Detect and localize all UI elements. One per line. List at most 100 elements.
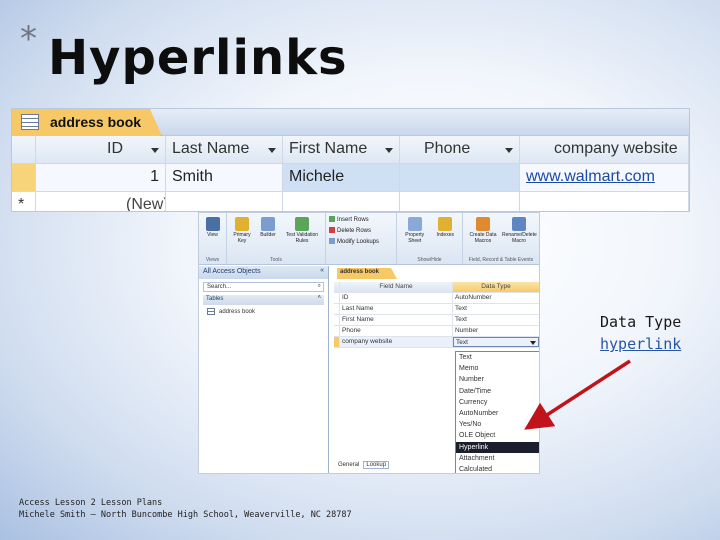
cell-new-last-name[interactable]	[166, 192, 283, 211]
cell-new-id[interactable]: (New)	[36, 192, 166, 212]
dropdown-option[interactable]: Currency	[456, 397, 539, 408]
rename-delete-macro-button[interactable]: Rename/Delete Macro	[502, 215, 537, 262]
table-row[interactable]: Last Name Text	[334, 304, 539, 315]
field-name-cell[interactable]: First Name	[340, 315, 453, 325]
builder-button[interactable]: Builder	[256, 215, 280, 262]
delete-rows-label: Delete Rows	[337, 228, 372, 234]
column-header-label: ID	[107, 140, 123, 157]
chevron-down-icon[interactable]	[151, 148, 159, 153]
rename-macro-icon	[512, 217, 526, 231]
insert-rows-button[interactable]: Insert Rows	[329, 215, 393, 226]
view-button[interactable]: View	[202, 215, 223, 262]
ribbon-group-rows: Insert Rows Delete Rows Modify Lookups	[326, 213, 397, 264]
dropdown-option[interactable]: Number	[456, 374, 539, 385]
cell-phone[interactable]	[400, 164, 520, 191]
indexes-button[interactable]: Indexes	[431, 215, 459, 262]
nav-section-tables[interactable]: Tables ˄	[203, 295, 324, 305]
ribbon-group-show-hide: Property Sheet Indexes Show/Hide	[397, 213, 463, 264]
chevron-down-icon[interactable]	[385, 148, 393, 153]
dropdown-option[interactable]: Text	[456, 352, 539, 363]
table-row[interactable]: 1 Smith Michele www.walmart.com	[12, 164, 689, 192]
datasheet-tab-bar: address book	[12, 109, 689, 136]
nav-pane-title: All Access Objects	[203, 268, 261, 275]
create-data-macros-button[interactable]: Create Data Macros	[466, 215, 500, 262]
group-caption: Views	[205, 257, 220, 263]
data-type-cell[interactable]: Text	[453, 304, 539, 314]
note-line-1: Data Type	[600, 313, 682, 331]
key-icon	[235, 217, 249, 231]
design-tab-label: address book	[340, 269, 380, 275]
table-row[interactable]: Phone Number	[334, 326, 539, 337]
nav-search-placeholder: Search...	[207, 284, 232, 290]
cell-first-name[interactable]: Michele	[283, 164, 400, 191]
property-sheet-icon	[407, 217, 422, 231]
field-name-cell[interactable]: company website	[340, 337, 453, 347]
dropdown-option[interactable]: Calculated	[456, 464, 539, 473]
select-all-corner[interactable]	[12, 136, 36, 163]
data-type-cell[interactable]: Text	[453, 315, 539, 325]
modify-lookups-label: Modify Lookups	[337, 239, 380, 245]
column-header-label: company website	[554, 140, 678, 157]
column-header-first-name[interactable]: First Name	[283, 136, 400, 163]
nav-pane-header[interactable]: All Access Objects «	[199, 266, 328, 279]
macro-icon	[476, 217, 490, 231]
cell-new-website[interactable]	[520, 192, 689, 211]
website-link[interactable]: www.walmart.com	[526, 168, 655, 185]
dropdown-option[interactable]: Memo	[456, 363, 539, 374]
new-id-label: (New)	[126, 196, 166, 212]
dropdown-option[interactable]: Yes/No	[456, 419, 539, 430]
column-header-id[interactable]: ID	[36, 136, 166, 163]
slide-footer: Access Lesson 2 Lesson Plans Michele Smi…	[19, 497, 352, 521]
footer-line-1: Access Lesson 2 Lesson Plans	[19, 498, 163, 508]
builder-icon	[261, 217, 275, 231]
data-type-cell[interactable]: Number	[453, 326, 539, 336]
dropdown-option[interactable]: Attachment	[456, 453, 539, 464]
data-type-select[interactable]: Text	[453, 337, 539, 347]
slide-title: Hyperlinks	[48, 30, 348, 86]
delete-rows-button[interactable]: Delete Rows	[329, 226, 393, 237]
chevron-down-icon[interactable]	[268, 148, 276, 153]
nav-section-label: Tables	[206, 296, 224, 302]
chevron-down-icon[interactable]	[505, 148, 513, 153]
field-name-cell[interactable]: Phone	[340, 326, 453, 336]
collapse-icon[interactable]: «	[320, 267, 324, 274]
data-type-cell[interactable]: AutoNumber	[453, 293, 539, 303]
field-name-cell[interactable]: ID	[340, 293, 453, 303]
tab-lookup[interactable]: Lookup	[363, 461, 390, 469]
tab-general[interactable]: General	[336, 462, 361, 468]
cell-new-first-name[interactable]	[283, 192, 400, 211]
cell-new-phone[interactable]	[400, 192, 520, 211]
chevron-down-icon[interactable]	[530, 341, 536, 345]
table-row[interactable]: ID AutoNumber	[334, 293, 539, 304]
nav-item-address-book[interactable]: address book	[207, 308, 320, 315]
dropdown-option[interactable]: OLE Object	[456, 430, 539, 441]
tab-address-book[interactable]: address book	[12, 109, 162, 136]
nav-search-input[interactable]: Search... ⌕	[203, 282, 324, 292]
dropdown-option[interactable]: Date/Time	[456, 386, 539, 397]
datasheet-header-row: ID Last Name First Name Phone company we…	[12, 136, 689, 164]
table-row[interactable]: First Name Text	[334, 315, 539, 326]
primary-key-button[interactable]: Primary Key	[230, 215, 254, 262]
column-header-phone[interactable]: Phone	[400, 136, 520, 163]
dropdown-option-hyperlink[interactable]: Hyperlink	[456, 441, 539, 453]
cell-last-name[interactable]: Smith	[166, 164, 283, 191]
cell-id[interactable]: 1	[36, 164, 166, 191]
test-validation-button[interactable]: Test Validation Rules	[282, 215, 322, 262]
dropdown-option[interactable]: AutoNumber	[456, 408, 539, 419]
rename-delete-macro-label: Rename/Delete Macro	[502, 232, 537, 244]
table-row-selected[interactable]: company website Text	[334, 337, 539, 348]
properties-tabs: General Lookup	[334, 461, 390, 469]
field-name-cell[interactable]: Last Name	[340, 304, 453, 314]
tab-address-book-design[interactable]: address book	[337, 268, 397, 279]
data-type-dropdown-list: Text Memo Number Date/Time Currency Auto…	[455, 351, 539, 473]
new-record-row[interactable]: * (New)	[12, 192, 689, 212]
modify-lookups-button[interactable]: Modify Lookups	[329, 237, 393, 248]
column-header-company-website[interactable]: company website	[520, 136, 689, 163]
search-icon[interactable]: ⌕	[318, 283, 321, 290]
property-sheet-button[interactable]: Property Sheet	[400, 215, 429, 262]
chevron-up-icon[interactable]: ˄	[317, 295, 321, 301]
cell-company-website[interactable]: www.walmart.com	[520, 164, 689, 191]
record-selector[interactable]	[12, 164, 36, 191]
ribbon-group-field-events: Create Data Macros Rename/Delete Macro F…	[463, 213, 539, 264]
column-header-last-name[interactable]: Last Name	[166, 136, 283, 163]
